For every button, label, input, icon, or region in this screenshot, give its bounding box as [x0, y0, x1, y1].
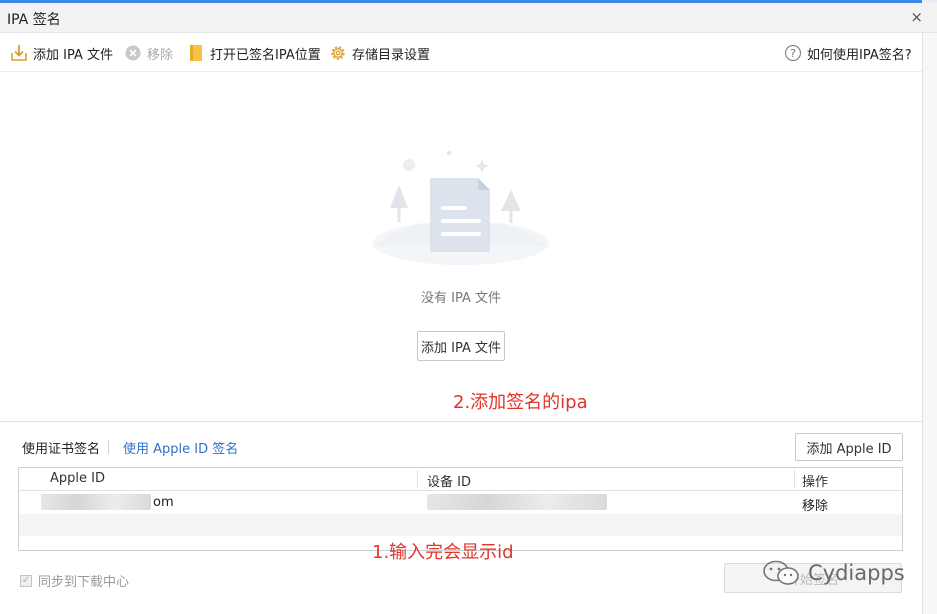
add-ipa-file-button[interactable]: 添加 IPA 文件 [10, 44, 113, 63]
remove-button[interactable]: 移除 [124, 44, 174, 63]
annotation-step-1: 1.输入完会显示id [372, 542, 514, 563]
open-signed-ipa-location-button[interactable]: 打开已签名IPA位置 [187, 44, 321, 63]
remove-label: 移除 [147, 47, 174, 63]
gear-icon [331, 46, 345, 60]
toolbar: 添加 IPA 文件 移除 打开已签名IPA位置 存储目录设置 ? 如何使用IPA… [0, 34, 937, 72]
watermark: Cydiapps [760, 559, 905, 587]
redacted-device-id [427, 494, 607, 510]
help-label: 如何使用IPA签名? [807, 47, 912, 63]
column-header-apple-id: Apple ID [50, 471, 105, 486]
close-icon[interactable]: × [910, 8, 923, 26]
apple-id-cell-visible: om [153, 495, 174, 510]
help-link[interactable]: ? 如何使用IPA签名? [784, 44, 912, 63]
checkbox-checked-icon: ✓ [20, 574, 32, 587]
column-separator [417, 470, 418, 488]
redacted-apple-id [41, 494, 151, 510]
question-icon: ? [784, 44, 802, 62]
window-title: IPA 签名 [7, 12, 61, 28]
tab-separator [108, 440, 109, 454]
remove-row-button[interactable]: 移除 [802, 495, 828, 514]
sync-to-download-center-checkbox[interactable]: ✓ 同步到下载中心 [20, 571, 129, 590]
tab-certificate-signing[interactable]: 使用证书签名 [22, 438, 100, 457]
add-ipa-file-label: 添加 IPA 文件 [33, 47, 113, 63]
table-header: Apple ID 设备 ID 操作 [19, 468, 902, 491]
add-ipa-file-main-button[interactable]: 添加 IPA 文件 [417, 331, 505, 361]
sync-label: 同步到下载中心 [38, 575, 130, 590]
section-divider [0, 421, 922, 422]
tab-apple-id-signing[interactable]: 使用 Apple ID 签名 [123, 438, 238, 457]
empty-document-illustration [373, 151, 549, 265]
remove-circle-icon [125, 45, 141, 61]
import-icon [11, 45, 27, 61]
watermark-text: Cydiapps [808, 561, 905, 585]
table-row-empty [19, 514, 902, 536]
wechat-logo-icon [763, 560, 799, 585]
svg-text:?: ? [790, 47, 796, 60]
storage-directory-settings-label: 存储目录设置 [352, 47, 431, 63]
annotation-step-2: 2.添加签名的ipa [453, 392, 588, 413]
storage-directory-settings-button[interactable]: 存储目录设置 [329, 44, 431, 63]
folder-icon [190, 45, 202, 61]
column-header-device-id: 设备 ID [427, 475, 471, 490]
title-bar: IPA 签名 × [0, 3, 937, 33]
column-header-actions: 操作 [802, 475, 829, 490]
add-apple-id-button[interactable]: 添加 Apple ID [795, 433, 903, 461]
column-separator [794, 470, 795, 488]
empty-state-message: 没有 IPA 文件 [421, 291, 501, 306]
open-signed-ipa-location-label: 打开已签名IPA位置 [210, 47, 321, 63]
table-row[interactable]: om 移除 [19, 491, 902, 514]
background-window-edge-right [922, 33, 937, 614]
